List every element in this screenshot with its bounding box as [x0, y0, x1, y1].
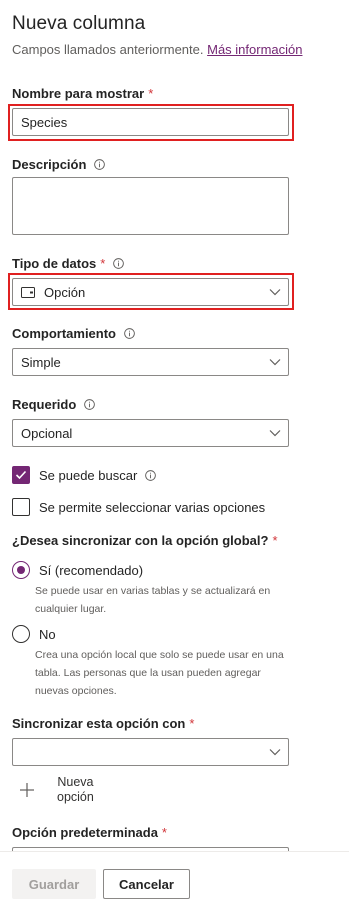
- data-type-selected: Opción: [21, 285, 85, 300]
- description-textarea[interactable]: [12, 177, 289, 235]
- behavior-value: Simple: [21, 354, 61, 370]
- display-name-input[interactable]: Species: [12, 108, 289, 136]
- display-name-value: Species: [21, 114, 68, 130]
- multi-select-checkbox[interactable]: [12, 498, 30, 516]
- searchable-label: Se puede buscar: [39, 467, 138, 483]
- panel-subtitle: Campos llamados anteriormente. Más infor…: [12, 42, 302, 57]
- chevron-down-icon: [269, 289, 281, 296]
- multi-select-label: Se permite seleccionar varias opciones: [39, 499, 266, 515]
- searchable-checkbox-row[interactable]: Se puede buscar: [12, 466, 157, 484]
- required-label: Requerido: [12, 397, 96, 412]
- radio-no-helper: Crea una opción local que solo se puede …: [35, 649, 284, 697]
- required-mark: *: [148, 86, 154, 101]
- required-value: Opcional: [21, 425, 73, 441]
- plus-icon: [20, 783, 34, 797]
- display-name-label: Nombre para mostrar *: [12, 86, 154, 101]
- radio-option-no[interactable]: No: [12, 625, 56, 643]
- info-icon[interactable]: [113, 258, 125, 269]
- radio-no-label: No: [39, 626, 56, 642]
- info-icon[interactable]: [145, 469, 157, 481]
- chevron-down-icon: [269, 359, 281, 366]
- description-label: Descripción: [12, 157, 106, 172]
- info-icon[interactable]: [84, 399, 96, 410]
- data-type-label: Tipo de datos *: [12, 256, 125, 271]
- radio-yes-label: Sí (recomendado): [39, 562, 144, 578]
- data-type-value: Opción: [44, 284, 86, 300]
- global-sync-question: ¿Desea sincronizar con la opción global?…: [12, 533, 278, 548]
- info-icon[interactable]: [124, 328, 135, 339]
- sync-with-select[interactable]: [12, 738, 289, 766]
- info-icon[interactable]: [94, 159, 106, 170]
- sync-with-label: Sincronizar esta opción con *: [12, 716, 195, 731]
- behavior-select[interactable]: Simple: [12, 348, 289, 376]
- multi-select-checkbox-row[interactable]: Se permite seleccionar varias opciones: [12, 498, 265, 516]
- panel-title: Nueva columna: [12, 13, 146, 34]
- more-info-link[interactable]: Más información: [207, 42, 302, 57]
- checkmark-icon: [15, 470, 27, 480]
- required-mark: *: [189, 716, 195, 731]
- radio-yes-helper: Se puede usar en varias tablas y se actu…: [35, 585, 271, 615]
- searchable-checkbox[interactable]: [12, 466, 30, 484]
- subtitle-text: Campos llamados anteriormente.: [12, 42, 204, 57]
- chevron-down-icon: [269, 749, 281, 756]
- chevron-down-icon: [269, 430, 281, 437]
- required-select[interactable]: Opcional: [12, 419, 289, 447]
- choice-icon: [21, 286, 35, 298]
- radio-button-yes[interactable]: [12, 561, 30, 579]
- required-mark: *: [272, 533, 278, 548]
- new-choice-label: Nueva opción: [57, 775, 94, 804]
- behavior-label: Comportamiento: [12, 326, 135, 341]
- required-mark: *: [161, 825, 167, 840]
- new-choice-button[interactable]: Nueva opción: [18, 775, 94, 805]
- data-type-select[interactable]: Opción: [12, 278, 289, 306]
- radio-option-yes[interactable]: Sí (recomendado): [12, 561, 143, 579]
- radio-button-no[interactable]: [12, 625, 30, 643]
- required-mark: *: [100, 256, 106, 271]
- cancel-button[interactable]: Cancelar: [103, 869, 190, 899]
- save-button[interactable]: Guardar: [12, 869, 96, 899]
- default-choice-label: Opción predeterminada *: [12, 825, 167, 840]
